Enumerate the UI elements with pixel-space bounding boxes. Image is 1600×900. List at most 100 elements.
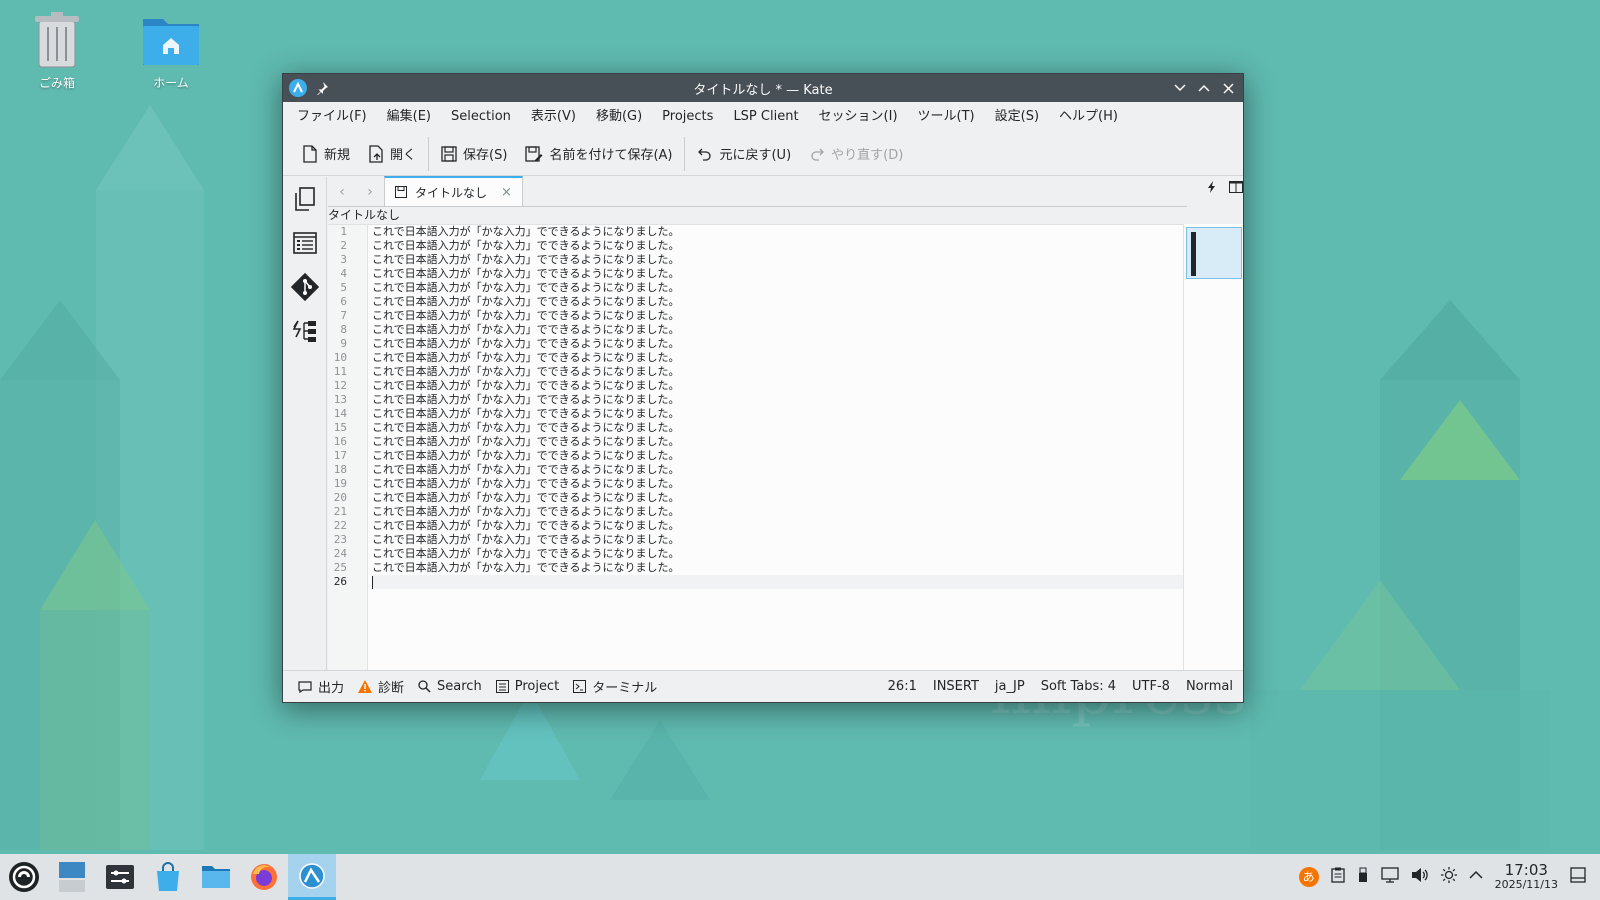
task-discover[interactable]: [144, 854, 192, 900]
minimap[interactable]: [1183, 224, 1243, 670]
project-button[interactable]: Project: [489, 679, 566, 694]
text-line[interactable]: これで日本語入力が「かな入力」でできるようになりました。: [372, 379, 1183, 393]
text-line[interactable]: これで日本語入力が「かな入力」でできるようになりました。: [372, 407, 1183, 421]
input-method-icon[interactable]: あ: [1298, 866, 1319, 887]
text-line[interactable]: これで日本語入力が「かな入力」でできるようになりました。: [372, 323, 1183, 337]
text-cursor: [372, 575, 373, 589]
quick-open-icon[interactable]: [1207, 181, 1217, 197]
volume-icon[interactable]: [1411, 867, 1429, 887]
task-desktop[interactable]: [48, 854, 96, 900]
menu-selection[interactable]: Selection: [441, 105, 521, 129]
menu-go[interactable]: 移動(G): [586, 105, 652, 129]
kate-app-icon[interactable]: [289, 79, 307, 97]
chevron-up-icon[interactable]: [1469, 869, 1483, 884]
text-line[interactable]: これで日本語入力が「かな入力」でできるようになりました。: [372, 295, 1183, 309]
sidebar-documents[interactable]: [283, 177, 327, 221]
text-line[interactable]: これで日本語入力が「かな入力」でできるようになりました。: [372, 309, 1183, 323]
brightness-icon[interactable]: [1440, 866, 1457, 887]
network-icon[interactable]: [1380, 867, 1399, 887]
current-text-line[interactable]: [372, 575, 1183, 589]
indentation-setting[interactable]: Soft Tabs: 4: [1041, 679, 1116, 694]
menu-settings[interactable]: 設定(S): [985, 105, 1049, 129]
text-line[interactable]: これで日本語入力が「かな入力」でできるようになりました。: [372, 253, 1183, 267]
text-line[interactable]: これで日本語入力が「かな入力」でできるようになりました。: [372, 533, 1183, 547]
menu-view[interactable]: 表示(V): [521, 105, 586, 129]
breadcrumb[interactable]: タイトルなし: [328, 207, 1243, 223]
split-view-icon[interactable]: [1229, 181, 1243, 197]
menu-tools[interactable]: ツール(T): [908, 105, 985, 129]
text-line[interactable]: これで日本語入力が「かな入力」でできるようになりました。: [372, 547, 1183, 561]
text-line[interactable]: これで日本語入力が「かな入力」でできるようになりました。: [372, 421, 1183, 435]
desktop-icon-trash[interactable]: ごみ箱: [17, 10, 97, 91]
task-system-settings[interactable]: [96, 854, 144, 900]
text-line[interactable]: これで日本語入力が「かな入力」でできるようになりました。: [372, 561, 1183, 575]
text-line[interactable]: これで日本語入力が「かな入力」でできるようになりました。: [372, 225, 1183, 239]
maximize-icon[interactable]: [1195, 79, 1213, 97]
redo-button[interactable]: やり直す(D): [800, 138, 912, 170]
tab-close-icon[interactable]: ×: [501, 185, 512, 200]
menu-projects[interactable]: Projects: [652, 105, 723, 129]
minimize-icon[interactable]: [1171, 79, 1189, 97]
dictionary-language[interactable]: ja_JP: [995, 679, 1025, 694]
minimap-viewport[interactable]: [1186, 227, 1242, 279]
cursor-position[interactable]: 26:1: [888, 679, 917, 694]
tab-untitled[interactable]: タイトルなし ×: [384, 176, 523, 206]
desktop-icon-home[interactable]: ホーム: [131, 10, 211, 91]
output-button[interactable]: 出力: [291, 677, 351, 696]
menu-sessions[interactable]: セッション(I): [809, 105, 908, 129]
text-line[interactable]: これで日本語入力が「かな入力」でできるようになりました。: [372, 351, 1183, 365]
text-line[interactable]: これで日本語入力が「かな入力」でできるようになりました。: [372, 337, 1183, 351]
digital-clock[interactable]: 17:03 2025/11/13: [1495, 863, 1558, 891]
line-number: 4: [340, 267, 347, 280]
input-mode[interactable]: INSERT: [933, 679, 979, 694]
text-line[interactable]: これで日本語入力が「かな入力」でできるようになりました。: [372, 281, 1183, 295]
close-icon[interactable]: [1219, 79, 1237, 97]
text-line[interactable]: これで日本語入力が「かな入力」でできるようになりました。: [372, 463, 1183, 477]
search-button[interactable]: Search: [411, 679, 489, 694]
encoding[interactable]: UTF-8: [1132, 679, 1170, 694]
task-firefox[interactable]: [240, 854, 288, 900]
trash-icon: [27, 10, 87, 70]
document-view[interactable]: 1 2 3 4 5 6 7 8 9 10 11 12 13 14 15 16 17 18 19 20 21 22 23 24 2…: [328, 224, 1183, 670]
save-button[interactable]: 保存(S): [432, 138, 516, 170]
text-line[interactable]: これで日本語入力が「かな入力」でできるようになりました。: [372, 449, 1183, 463]
text-line[interactable]: これで日本語入力が「かな入力」でできるようになりました。: [372, 505, 1183, 519]
output-icon: [298, 680, 312, 693]
new-button[interactable]: 新規: [293, 138, 359, 170]
text-line[interactable]: これで日本語入力が「かな入力」でできるようになりました。: [372, 519, 1183, 533]
forward-icon[interactable]: ›: [356, 178, 384, 206]
application-launcher[interactable]: [0, 854, 48, 900]
menu-edit[interactable]: 編集(E): [377, 105, 441, 129]
home-folder-icon: [141, 10, 201, 70]
open-button[interactable]: 開く: [359, 138, 425, 170]
sidebar-project-tree[interactable]: [283, 309, 327, 353]
menu-file[interactable]: ファイル(F): [287, 105, 377, 129]
sidebar-git[interactable]: [283, 265, 327, 309]
notifications-icon[interactable]: [1570, 867, 1586, 887]
titlebar[interactable]: タイトルなし * — Kate: [283, 74, 1243, 102]
save-label: 保存(S): [463, 148, 508, 163]
diagnostics-button[interactable]: 診断: [351, 677, 411, 696]
text-line[interactable]: これで日本語入力が「かな入力」でできるようになりました。: [372, 491, 1183, 505]
text-line[interactable]: これで日本語入力が「かな入力」でできるようになりました。: [372, 435, 1183, 449]
menu-help[interactable]: ヘルプ(H): [1049, 105, 1128, 129]
text-content[interactable]: これで日本語入力が「かな入力」でできるようになりました。 これで日本語入力が「かな…: [372, 225, 1183, 589]
task-kate[interactable]: [288, 854, 336, 900]
back-icon[interactable]: ‹: [328, 178, 356, 206]
syntax-mode[interactable]: Normal: [1186, 679, 1233, 694]
terminal-button[interactable]: ターミナル: [566, 677, 664, 696]
firefox-icon: [251, 864, 277, 890]
text-line[interactable]: これで日本語入力が「かな入力」でできるようになりました。: [372, 239, 1183, 253]
clipboard-icon[interactable]: [1330, 867, 1345, 887]
undo-button[interactable]: 元に戻す(U): [688, 138, 800, 170]
menu-lsp-client[interactable]: LSP Client: [723, 105, 808, 129]
text-line[interactable]: これで日本語入力が「かな入力」でできるようになりました。: [372, 267, 1183, 281]
text-line[interactable]: これで日本語入力が「かな入力」でできるようになりました。: [372, 477, 1183, 491]
save-as-button[interactable]: 名前を付けて保存(A): [516, 138, 681, 170]
task-dolphin[interactable]: [192, 854, 240, 900]
text-line[interactable]: これで日本語入力が「かな入力」でできるようになりました。: [372, 365, 1183, 379]
usb-device-icon[interactable]: [1357, 867, 1369, 887]
text-line[interactable]: これで日本語入力が「かな入力」でできるようになりました。: [372, 393, 1183, 407]
pin-icon[interactable]: [315, 81, 329, 96]
sidebar-symbols[interactable]: [283, 221, 327, 265]
